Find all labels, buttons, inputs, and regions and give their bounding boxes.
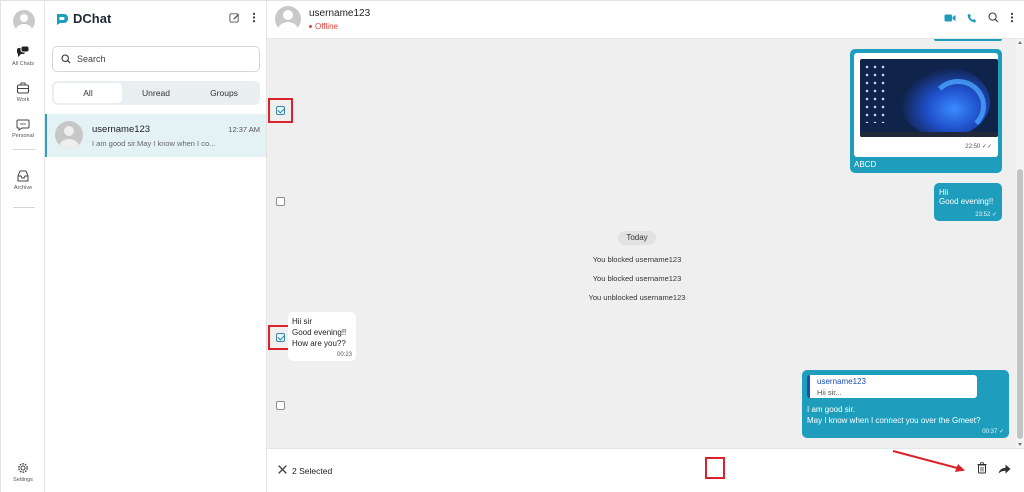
message-text: Hii sir: [292, 317, 312, 326]
rail-label: Personal: [12, 133, 34, 139]
close-icon[interactable]: [277, 464, 288, 475]
annotation-arrow: [892, 450, 965, 472]
selected-count: 2 Selected: [292, 466, 333, 476]
conversation-name: username123: [92, 124, 151, 135]
archive-icon: [17, 170, 29, 182]
rail-label: All Chats: [11, 61, 34, 67]
rail-label: Settings: [13, 477, 33, 483]
system-message: You unblocked username123: [588, 293, 686, 302]
message-time: 00:23: [336, 352, 352, 358]
status-dot: [309, 25, 312, 28]
list-actions: [229, 12, 256, 23]
outgoing-image-message[interactable]: 22:50 ✓✓ ABCD: [850, 49, 1002, 173]
search-box[interactable]: [52, 46, 260, 72]
rail-item-archive[interactable]: Archive: [1, 169, 45, 191]
gear-icon: [18, 463, 28, 473]
image-attachment[interactable]: 22:50 ✓✓: [854, 53, 998, 157]
conversation-time: 12:37 AM: [228, 125, 260, 134]
rail-divider: [13, 207, 35, 208]
quoted-author: username123: [817, 377, 866, 386]
message-list[interactable]: 22:50 ✓✓ ABCD Hii Good evening!! 23:52 ✓…: [267, 39, 1016, 448]
profile-avatar[interactable]: [13, 10, 35, 32]
scroll-thumb[interactable]: [1017, 169, 1023, 439]
scroll-down-arrow[interactable]: [1018, 443, 1022, 446]
header-actions: [944, 12, 1014, 23]
date-separator: Today: [618, 231, 656, 245]
outgoing-reply-message[interactable]: username123 Hii sir... I am good sir. Ma…: [802, 370, 1009, 438]
time-text: 23:52: [975, 212, 991, 218]
contact-avatar[interactable]: [275, 6, 301, 32]
video-call-icon[interactable]: [944, 13, 956, 23]
search-messages-icon[interactable]: [988, 12, 999, 23]
quoted-text: Hii sir...: [817, 388, 842, 397]
message-select-checkbox[interactable]: [276, 401, 285, 410]
message-time: 22:50 ✓✓: [965, 144, 992, 150]
chat-more-icon[interactable]: [1010, 12, 1014, 23]
message-bubble-partial: [934, 39, 1002, 41]
wallpaper-swirl: [930, 79, 986, 133]
message-text: May I know when I connect you over the G…: [807, 416, 981, 425]
system-message: You blocked username123: [592, 255, 682, 264]
rail-label: Archive: [13, 185, 33, 191]
tab-unread[interactable]: Unread: [122, 83, 190, 103]
search-input[interactable]: [77, 54, 247, 64]
tab-groups[interactable]: Groups: [190, 83, 258, 103]
conversation-preview: I am good sir.May I know when I co...: [92, 139, 216, 148]
time-text: 22:50: [965, 144, 981, 150]
message-icon: [16, 119, 30, 131]
message-text: Hii: [939, 188, 949, 197]
chat-area: username123 Offline 22:50 ✓✓ ABCD Hii Go…: [267, 1, 1024, 492]
trash-icon[interactable]: [977, 462, 987, 474]
rail-item-personal[interactable]: Personal: [1, 117, 45, 139]
time-text: 00:37: [982, 429, 998, 435]
more-vertical-icon[interactable]: [252, 12, 256, 23]
incoming-message[interactable]: Hii sir Good evening!! How are you?? 00:…: [288, 312, 356, 361]
rail-divider: [13, 149, 35, 150]
phone-icon[interactable]: [967, 13, 977, 23]
rail-item-all-chats[interactable]: All Chats: [1, 45, 45, 67]
search-icon: [61, 54, 71, 64]
message-text: Good evening!!: [939, 197, 994, 206]
highlight-box: [268, 98, 293, 123]
dchat-logo-icon: [57, 13, 68, 25]
filter-tabs: All Unread Groups: [52, 81, 260, 105]
rail-item-settings[interactable]: Settings: [1, 461, 45, 483]
message-text: Good evening!!: [292, 328, 347, 337]
rail-label: Work: [16, 97, 30, 103]
desktop-icons: [863, 63, 885, 123]
contact-name[interactable]: username123: [309, 8, 370, 19]
chat-list-panel: DChat All Unread Groups username123: [45, 1, 267, 492]
system-message: You blocked username123: [592, 274, 682, 283]
message-text: I am good sir.: [807, 405, 856, 414]
image-preview: [860, 59, 998, 137]
image-caption: ABCD: [854, 160, 877, 169]
quoted-message[interactable]: username123 Hii sir...: [807, 375, 977, 398]
outgoing-message[interactable]: Hii Good evening!! 23:52 ✓: [934, 183, 1002, 221]
scrollbar[interactable]: [1016, 39, 1024, 448]
conversation-item[interactable]: username123 12:37 AM I am good sir.May I…: [45, 114, 266, 157]
contact-status: Offline: [309, 22, 338, 31]
left-rail: All Chats Work Personal Archive Settings: [1, 1, 45, 492]
brand: DChat: [55, 11, 111, 26]
chats-icon: [17, 45, 30, 57]
tab-all[interactable]: All: [54, 83, 122, 103]
taskbar: [860, 132, 998, 137]
app-window: All Chats Work Personal Archive Settings…: [0, 0, 1024, 492]
highlight-box: [705, 457, 725, 479]
compose-icon[interactable]: [229, 12, 240, 23]
rail-item-work[interactable]: Work: [1, 81, 45, 103]
avatar: [55, 121, 83, 149]
app-name: DChat: [73, 11, 112, 26]
status-text: Offline: [315, 22, 338, 31]
message-time: 00:37 ✓: [982, 429, 1004, 435]
briefcase-icon: [16, 82, 30, 94]
forward-icon[interactable]: [998, 464, 1011, 474]
message-select-checkbox[interactable]: [276, 197, 285, 206]
message-time: 23:52 ✓: [975, 212, 997, 218]
chat-header: username123 Offline: [267, 1, 1024, 39]
scroll-up-arrow[interactable]: [1018, 41, 1022, 44]
message-text: How are you??: [292, 339, 346, 348]
highlight-box: [268, 325, 290, 350]
